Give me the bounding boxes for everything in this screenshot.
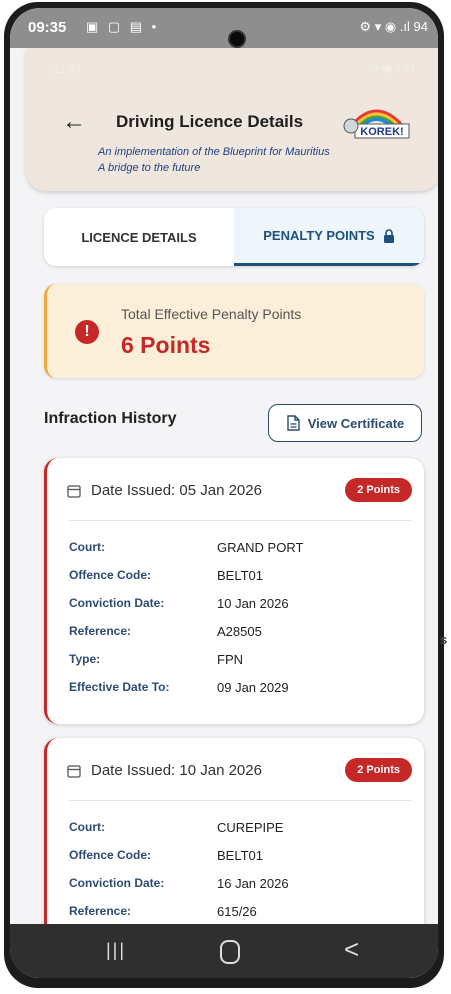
exclamation-icon: ! (75, 320, 99, 344)
camera-icon (228, 30, 246, 48)
tab-penalty-points-label: PENALTY POINTS (263, 228, 375, 243)
detail-label: Reference: (69, 624, 132, 638)
card-date-issued: Date Issued: 10 Jan 2026 (67, 762, 262, 779)
tagline-line1: An implementation of the Blueprint for M… (98, 146, 330, 158)
detail-value: 615/26 (217, 904, 257, 919)
detail-label: Type: (69, 652, 101, 666)
detail-row-effective-date: Effective Date To: 09 Jan 2029 (69, 680, 409, 700)
view-certificate-button[interactable]: View Certificate (268, 404, 422, 442)
lock-icon (383, 228, 394, 243)
phone-frame: 09:35 ▣ ▢ ▤ • ⚙ ▾ ◉ .ıl 94 11:45 ◔ ◉ ıl … (4, 2, 444, 988)
detail-row-court: Court: GRAND PORT (69, 540, 409, 560)
detail-row-reference: Reference: A28505 (69, 624, 409, 644)
app-header: 11:45 ◔ ◉ ıl 71 ← Driving Licence Detail… (26, 48, 438, 191)
penalty-total-label: Total Effective Penalty Points (121, 306, 302, 322)
korek-logo: KOREK! (343, 109, 410, 139)
points-badge: 2 Points (345, 758, 412, 782)
document-icon (287, 415, 300, 431)
detail-row-type: Type: FPN (69, 652, 409, 672)
detail-value: 10 Jan 2026 (217, 596, 289, 611)
tab-penalty-points[interactable]: PENALTY POINTS (234, 208, 424, 266)
detail-value: BELT01 (217, 848, 264, 863)
detail-value: BELT01 (217, 568, 264, 583)
home-icon[interactable] (220, 940, 240, 964)
app-status-icons: ◔ ◉ ıl 71 (372, 63, 416, 75)
detail-row-reference: Reference: 615/26 (69, 904, 409, 924)
detail-label: Court: (69, 540, 105, 554)
logo-text: KOREK! (360, 126, 403, 138)
detail-row-offence-code: Offence Code: BELT01 (69, 568, 409, 588)
card-divider (69, 800, 412, 801)
screen: 09:35 ▣ ▢ ▤ • ⚙ ▾ ◉ .ıl 94 11:45 ◔ ◉ ıl … (10, 8, 438, 978)
tagline-line2: A bridge to the future (98, 162, 201, 174)
detail-value: 09 Jan 2029 (217, 680, 289, 695)
detail-value: GRAND PORT (217, 540, 304, 555)
infraction-card[interactable]: Date Issued: 05 Jan 2026 2 Points Court:… (44, 458, 424, 724)
calendar-icon (67, 484, 81, 498)
notification-icons: ▣ ▢ ▤ • (86, 19, 160, 34)
card-date-text: Date Issued: 10 Jan 2026 (91, 762, 262, 779)
detail-value: 16 Jan 2026 (217, 876, 289, 891)
detail-row-court: Court: CUREPIPE (69, 820, 409, 840)
card-divider (69, 520, 412, 521)
detail-label: Offence Code: (69, 848, 152, 862)
detail-row-conviction-date: Conviction Date: 16 Jan 2026 (69, 876, 409, 896)
calendar-icon (67, 764, 81, 778)
card-date-issued: Date Issued: 05 Jan 2026 (67, 482, 262, 499)
back-arrow-icon[interactable]: ← (62, 108, 86, 136)
status-time: 09:35 (28, 19, 67, 36)
tab-licence-details[interactable]: LICENCE DETAILS (44, 208, 234, 266)
tab-licence-details-label: LICENCE DETAILS (81, 229, 197, 245)
detail-label: Offence Code: (69, 568, 152, 582)
detail-value: FPN (217, 652, 243, 667)
device-status-bar: 09:35 ▣ ▢ ▤ • ⚙ ▾ ◉ .ıl 94 (10, 8, 438, 48)
recent-apps-icon[interactable]: ||| (106, 940, 126, 961)
system-icons: ⚙ ▾ ◉ .ıl 94 (359, 19, 428, 34)
infraction-history-heading: Infraction History (44, 410, 177, 427)
app-status-time: 11:45 (54, 64, 81, 76)
detail-label: Reference: (69, 904, 132, 918)
detail-row-offence-code: Offence Code: BELT01 (69, 848, 409, 868)
detail-label: Conviction Date: (69, 596, 165, 610)
penalty-total-value: 6 Points (121, 332, 211, 358)
detail-label: Conviction Date: (69, 876, 165, 890)
nav-back-icon[interactable]: < (344, 934, 359, 965)
tab-bar: LICENCE DETAILS PENALTY POINTS (44, 208, 424, 266)
detail-value: A28505 (217, 624, 262, 639)
background-text-fragment: s (440, 632, 448, 647)
detail-value: CUREPIPE (217, 820, 284, 835)
system-nav-bar: ||| < (10, 924, 438, 978)
card-date-text: Date Issued: 05 Jan 2026 (91, 482, 262, 499)
detail-row-conviction-date: Conviction Date: 10 Jan 2026 (69, 596, 409, 616)
view-certificate-label: View Certificate (307, 415, 405, 431)
detail-label: Court: (69, 820, 105, 834)
points-badge: 2 Points (345, 478, 412, 502)
penalty-total-card: ! Total Effective Penalty Points 6 Point… (44, 284, 424, 378)
detail-label: Effective Date To: (69, 680, 170, 694)
page-title: Driving Licence Details (116, 112, 304, 131)
